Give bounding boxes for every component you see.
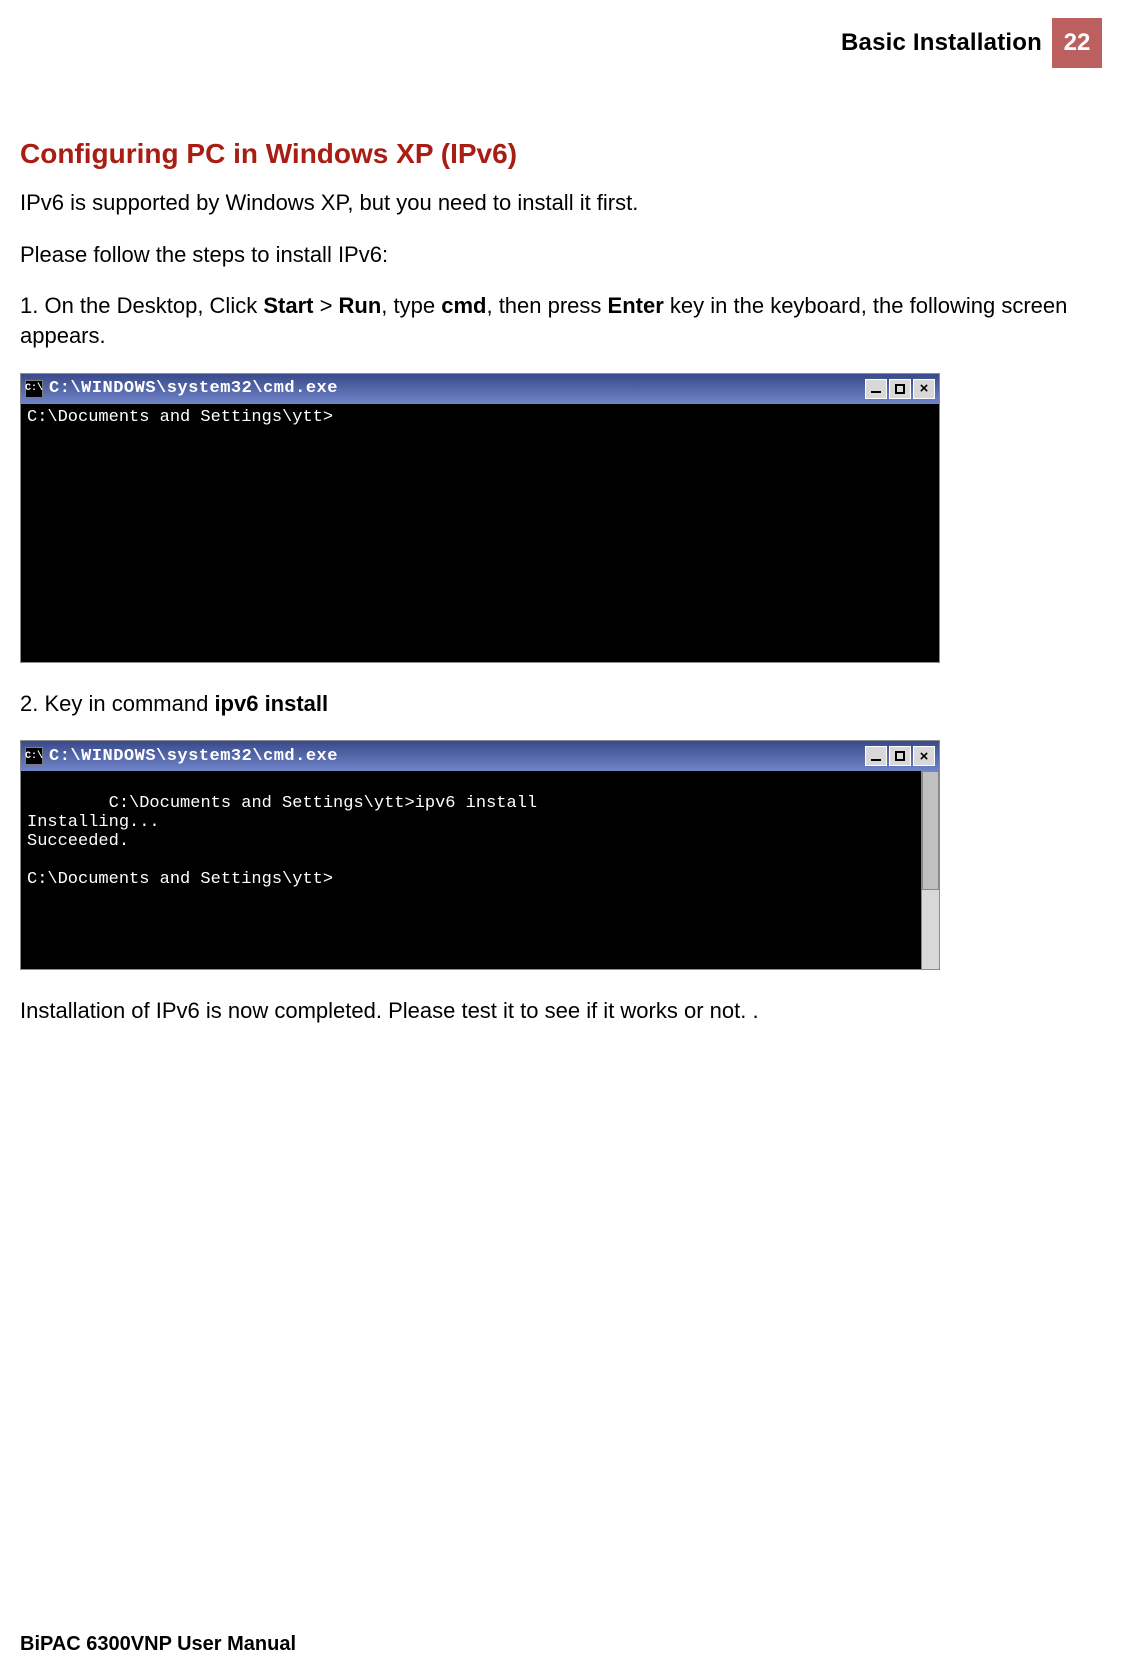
step-1-text: 1. On the Desktop, Click Start > Run, ty… (20, 291, 1102, 350)
close-icon: × (913, 746, 935, 766)
cmd2-title-text: C:\WINDOWS\system32\cmd.exe (49, 747, 865, 766)
cmd2-titlebar: C:\ C:\WINDOWS\system32\cmd.exe × (21, 741, 939, 771)
step1-cmd-bold: cmd (441, 293, 486, 318)
step2-prefix: 2. Key in command (20, 691, 214, 716)
cmd-window-2: C:\ C:\WINDOWS\system32\cmd.exe × C:\Doc… (20, 740, 940, 970)
cmd2-window-buttons: × (865, 746, 935, 766)
step1-gt: > (313, 293, 338, 318)
step1-start-bold: Start (263, 293, 313, 318)
intro-paragraph-1: IPv6 is supported by Windows XP, but you… (20, 188, 1102, 218)
closing-paragraph: Installation of IPv6 is now completed. P… (20, 996, 1102, 1026)
cmd1-window-buttons: × (865, 379, 935, 399)
cmd2-body: C:\Documents and Settings\ytt>ipv6 insta… (21, 771, 939, 969)
footer-manual-name: BiPAC 6300VNP User Manual (20, 1633, 296, 1656)
intro-paragraph-2: Please follow the steps to install IPv6: (20, 240, 1102, 270)
maximize-icon (889, 379, 911, 399)
minimize-icon (865, 379, 887, 399)
step1-enter-bold: Enter (608, 293, 664, 318)
cmd1-titlebar: C:\ C:\WINDOWS\system32\cmd.exe × (21, 374, 939, 404)
step1-run-bold: Run (339, 293, 382, 318)
close-icon: × (913, 379, 935, 399)
step1-mid: , type (381, 293, 441, 318)
page-number-badge: 22 (1052, 18, 1102, 68)
cmd2-body-text: C:\Documents and Settings\ytt>ipv6 insta… (27, 794, 537, 889)
cmd-sysmenu-icon: C:\ (25, 380, 43, 398)
cmd1-title-text: C:\WINDOWS\system32\cmd.exe (49, 379, 865, 398)
cmd2-scrollbar-thumb (922, 771, 939, 890)
minimize-icon (865, 746, 887, 766)
cmd-window-1: C:\ C:\WINDOWS\system32\cmd.exe × C:\Doc… (20, 373, 940, 663)
section-heading: Configuring PC in Windows XP (IPv6) (20, 138, 1102, 170)
chapter-title: Basic Installation (841, 18, 1042, 68)
cmd-sysmenu-icon: C:\ (25, 747, 43, 765)
maximize-icon (889, 746, 911, 766)
step1-prefix: 1. On the Desktop, Click (20, 293, 263, 318)
step2-cmd-bold: ipv6 install (214, 691, 328, 716)
page-header: Basic Installation 22 (20, 0, 1102, 68)
cmd1-body: C:\Documents and Settings\ytt> (21, 404, 939, 662)
cmd2-scrollbar (921, 771, 939, 969)
step1-mid2: , then press (486, 293, 607, 318)
step-2-text: 2. Key in command ipv6 install (20, 689, 1102, 719)
